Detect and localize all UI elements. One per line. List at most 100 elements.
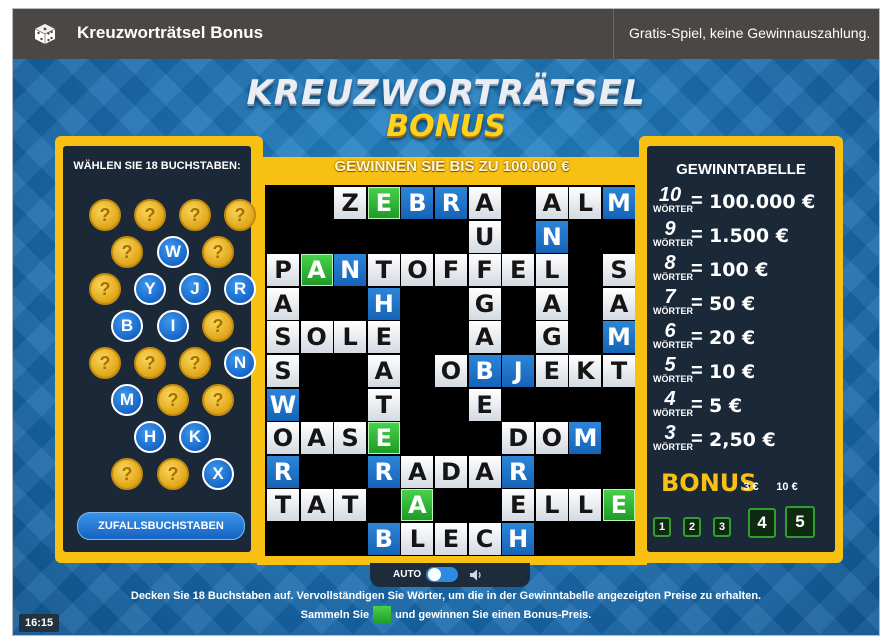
prize-amount: 1.500 € (709, 225, 789, 247)
prize-row: 6 WÖRTER = 20 € (653, 320, 833, 354)
free-play-note: Gratis-Spiel, keine Gewinnauszahlung. (629, 25, 871, 41)
letter-coin-m: M (111, 384, 143, 416)
grid-cell: E (468, 388, 501, 421)
letter-coin-hidden[interactable]: ? (157, 384, 189, 416)
letter-coin-h: H (134, 421, 166, 453)
prize-amount: 10 € (709, 361, 756, 383)
letter-coin-hidden[interactable]: ? (89, 347, 121, 379)
grid-cell: L (535, 254, 568, 287)
letter-coin-hidden[interactable]: ? (179, 347, 211, 379)
prize-word-label: WÖRTER (653, 374, 693, 384)
speaker-icon[interactable] (469, 568, 483, 582)
grid-cell: L (569, 489, 602, 522)
prize-amount: 2,50 € (709, 429, 776, 451)
letter-coin-hidden[interactable]: ? (111, 236, 143, 268)
prize-amount: 20 € (709, 327, 756, 349)
equals-sign: = (691, 258, 703, 280)
grid-cell: M (603, 187, 635, 219)
grid-cell: F (468, 254, 501, 287)
dice-icon (34, 24, 56, 44)
grid-cell: S (267, 355, 299, 387)
letter-coin-y: Y (134, 273, 166, 305)
grid-cell: R (367, 455, 400, 488)
letter-coin-hidden[interactable]: ? (202, 384, 234, 416)
letter-coin-hidden[interactable]: ? (202, 310, 234, 342)
grid-cell: N (535, 220, 568, 253)
letter-coin-hidden[interactable]: ? (224, 199, 256, 231)
grid-cell: P (267, 254, 299, 287)
auto-toggle-knob[interactable] (428, 568, 441, 581)
letter-coin-hidden[interactable]: ? (202, 236, 234, 268)
clock: 16:15 (19, 614, 60, 632)
grid-cell: A (300, 422, 333, 455)
grid-cell: D (502, 422, 535, 455)
game-title: Kreuzworträtsel Bonus (77, 23, 264, 42)
letter-coin-hidden[interactable]: ? (157, 458, 189, 490)
letter-coin-hidden[interactable]: ? (111, 458, 143, 490)
grid-cell: G (535, 321, 568, 354)
grid-cell: Z (334, 187, 367, 219)
grid-cell: A (468, 455, 501, 488)
grid-cell: A (535, 287, 568, 320)
letter-coin-hidden[interactable]: ? (134, 347, 166, 379)
equals-sign: = (691, 360, 703, 382)
grid-cell: M (569, 422, 602, 455)
grid-cell: B (468, 355, 501, 387)
grid-cell: B (401, 187, 434, 219)
prize-word-label: WÖRTER (653, 238, 693, 248)
header-divider (613, 9, 614, 59)
prize-word-label: WÖRTER (653, 272, 693, 282)
instructions-collect: Sammeln Sie (300, 608, 370, 621)
bonus-slot: 1 (653, 517, 671, 537)
letter-coin-n: N (224, 347, 256, 379)
grid-cell: A (401, 455, 434, 488)
random-letters-button[interactable]: ZUFALLSBUCHSTABEN (77, 512, 245, 540)
prize-word-label: WÖRTER (653, 306, 693, 316)
grid-cell: A (468, 187, 501, 219)
grid-cell: A (300, 254, 333, 287)
prize-word-label: WÖRTER (653, 408, 693, 418)
prize-row: 4 WÖRTER = 5 € (653, 388, 833, 422)
grid-cell: L (334, 321, 367, 354)
grid-cell: K (569, 355, 602, 387)
grid-cell: D (435, 455, 467, 488)
green-square-icon (373, 606, 392, 624)
prize-row: 9 WÖRTER = 1.500 € (653, 218, 833, 252)
prize-row: 5 WÖRTER = 10 € (653, 354, 833, 388)
grid-cell: T (367, 388, 400, 421)
grid-cell: E (367, 422, 400, 455)
letter-coin-hidden[interactable]: ? (89, 199, 121, 231)
prize-row: 10 WÖRTER = 100.000 € (653, 184, 833, 218)
bonus-slot: 3 (713, 517, 731, 537)
grid-cell: E (535, 355, 568, 387)
letter-coin-x: X (202, 458, 234, 490)
game-window: Kreuzworträtsel Bonus Gratis-Spiel, kein… (12, 8, 880, 636)
grid-cell: E (502, 254, 535, 287)
grid-cell: A (535, 187, 568, 219)
prize-word-label: WÖRTER (653, 442, 693, 452)
logo-title: KREUZWORTRÄTSEL (246, 73, 646, 113)
instructions-line1: Decken Sie 18 Buchstaben auf. Vervollstä… (130, 590, 762, 602)
equals-sign: = (691, 292, 703, 314)
prize-amount: 5 € (709, 395, 743, 417)
grid-cell: O (535, 422, 568, 455)
grid-cell: N (334, 254, 367, 287)
letter-coin-k: K (179, 421, 211, 453)
grid-cell: E (603, 489, 635, 522)
prize-word-label: WÖRTER (653, 204, 693, 214)
equals-sign: = (691, 190, 703, 212)
prize-row: 3 WÖRTER = 2,50 € (653, 422, 833, 456)
letter-coin-hidden[interactable]: ? (179, 199, 211, 231)
grid-cell: O (300, 321, 333, 354)
grid-cell: R (435, 187, 467, 219)
grid-cell: O (267, 422, 299, 455)
letter-coin-hidden[interactable]: ? (134, 199, 166, 231)
prize-amount: 100.000 € (709, 191, 816, 213)
grid-cell: U (468, 220, 501, 253)
grid-cell: E (435, 523, 467, 555)
bonus-slot: 4 (748, 508, 776, 538)
board-title: GEWINNEN SIE BIS ZU 100.000 € (334, 158, 570, 175)
grid-cell: A (267, 287, 299, 320)
letter-coin-hidden[interactable]: ? (89, 273, 121, 305)
header-bar: Kreuzworträtsel Bonus Gratis-Spiel, kein… (13, 9, 879, 59)
